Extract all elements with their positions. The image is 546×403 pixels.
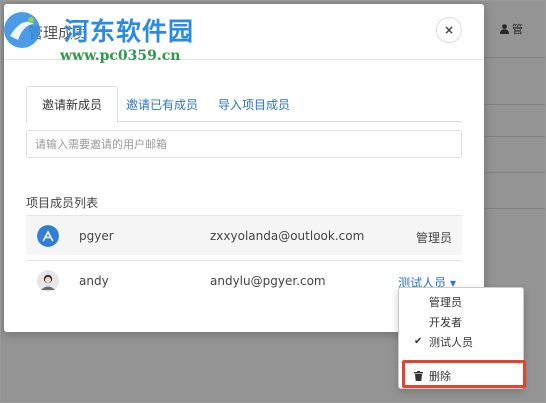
role-option-label: 测试人员 bbox=[429, 336, 473, 349]
close-button[interactable]: × bbox=[436, 17, 462, 43]
watermark-logo-icon bbox=[4, 12, 40, 48]
watermark-url: www.pc0359.cn bbox=[60, 48, 181, 64]
role-option-tester[interactable]: ✔ 测试人员 bbox=[399, 332, 523, 352]
member-role: 管理员 bbox=[415, 231, 452, 245]
member-email: andylu@pgyer.com bbox=[210, 274, 326, 288]
invite-email-input[interactable]: 请输入需要邀请的用户邮箱 bbox=[26, 130, 462, 158]
member-name: pgyer bbox=[79, 229, 114, 243]
check-icon: ✔ bbox=[414, 336, 423, 347]
member-email: zxxyolanda@outlook.com bbox=[210, 229, 365, 243]
member-row: pgyer zxxyolanda@outlook.com 管理员 bbox=[26, 215, 462, 255]
member-row: andy andylu@pgyer.com 测试人员 ▾ bbox=[26, 260, 462, 300]
member-name: andy bbox=[79, 274, 109, 288]
member-list-heading: 项目成员列表 bbox=[26, 196, 99, 210]
role-option-developer[interactable]: 开发者 bbox=[399, 312, 523, 332]
site-watermark: 河东软件园 www.pc0359.cn bbox=[0, 6, 210, 66]
user-photo-avatar bbox=[37, 270, 59, 292]
tab-invite-existing-member[interactable]: 邀请已有成员 bbox=[118, 86, 206, 122]
app-store-avatar-icon bbox=[37, 225, 59, 247]
role-option-admin[interactable]: 管理员 bbox=[399, 292, 523, 312]
watermark-name: 河东软件园 bbox=[64, 17, 195, 46]
delete-highlight-annotation bbox=[402, 360, 526, 388]
tab-import-project-members[interactable]: 导入项目成员 bbox=[208, 86, 300, 122]
tab-invite-new-member[interactable]: 邀请新成员 bbox=[26, 86, 118, 123]
invite-tabs: 邀请新成员 邀请已有成员 导入项目成员 bbox=[26, 86, 462, 123]
